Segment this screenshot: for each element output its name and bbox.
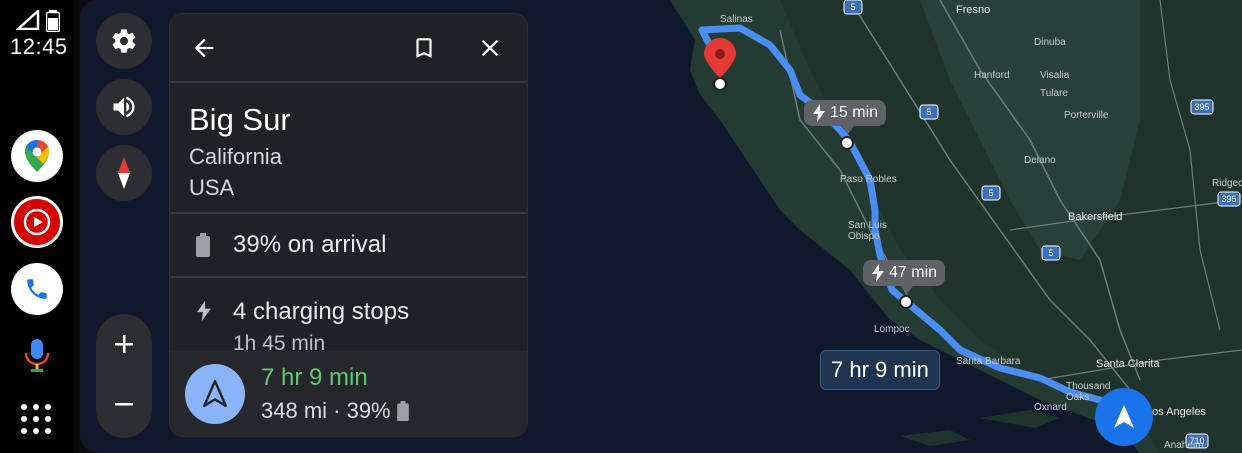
clock: 12:45 <box>10 34 68 59</box>
city-label: Bakersfield <box>1068 211 1123 223</box>
charging-stop-callout[interactable]: 47 min <box>863 260 946 294</box>
hwy-shield-label: 5 <box>1048 248 1053 258</box>
hwy-shield-label: 395 <box>1221 194 1236 204</box>
plus-icon <box>115 335 133 353</box>
city-label: Dinuba <box>1034 37 1066 48</box>
phone-icon <box>27 279 47 299</box>
destination-panel: Big Sur California USA 39% on arrival 4 … <box>169 13 528 437</box>
city-label: Los Angeles <box>1146 406 1206 418</box>
city-label: Lompoc <box>874 324 910 335</box>
divider <box>170 212 527 214</box>
hwy-shield-label: 5 <box>850 2 855 12</box>
back-arrow-icon[interactable] <box>190 34 218 62</box>
city-label: Visalia <box>1040 70 1070 81</box>
lightning-icon <box>872 264 884 282</box>
battery-icon <box>46 10 60 32</box>
microphone-icon <box>24 339 50 372</box>
city-label: Oxnard <box>1034 402 1067 413</box>
google-maps-icon <box>25 140 49 172</box>
city-label: Anaheim <box>1164 440 1204 451</box>
callout-time: 15 min <box>830 104 879 121</box>
start-route-button[interactable] <box>185 364 245 424</box>
hwy-shield-label: 5 <box>926 107 931 117</box>
sound-button[interactable] <box>96 79 152 135</box>
city-label: Santa Barbara <box>956 356 1021 367</box>
place-country: USA <box>189 175 235 200</box>
hwy-shield-label: 5 <box>988 188 993 198</box>
app-rail: 12:45 <box>0 0 74 453</box>
compass-icon <box>118 157 130 189</box>
youtube-music-icon <box>23 208 51 236</box>
phone-app-button[interactable] <box>11 263 63 315</box>
route-summary-footer[interactable]: 7 hr 9 min 348 mi · 39% <box>170 351 527 436</box>
eta-text: 7 hr 9 min <box>261 364 368 391</box>
city-label: Ridgecrest <box>1212 178 1242 189</box>
navigation-arrow-icon <box>203 380 227 408</box>
start-navigation-button[interactable] <box>1095 388 1153 446</box>
city-label: Porterville <box>1064 110 1109 121</box>
city-label: Hanford <box>974 70 1010 81</box>
city-label: San Luis Obispo <box>848 220 887 242</box>
divider <box>170 276 527 278</box>
zoom-in-button[interactable] <box>96 316 152 372</box>
lightning-icon <box>197 300 211 322</box>
gear-icon <box>112 29 136 53</box>
settings-button[interactable] <box>96 13 152 69</box>
minus-icon <box>115 403 133 406</box>
youtube-music-app-button[interactable] <box>11 196 63 248</box>
battery-icon <box>196 233 210 257</box>
bookmark-icon[interactable] <box>411 34 437 62</box>
hwy-shield-label: 395 <box>1194 102 1209 112</box>
volume-icon <box>113 96 135 118</box>
divider <box>170 81 527 83</box>
charging-stops: 4 charging stops <box>233 298 410 325</box>
maps-app-button[interactable] <box>11 130 63 182</box>
battery-on-arrival: 39% on arrival <box>233 231 387 258</box>
place-region: California <box>189 144 282 169</box>
city-label: Paso Robles <box>840 174 897 185</box>
city-label: Santa Clarita <box>1096 358 1160 370</box>
signal-icon <box>16 10 40 30</box>
zoom-out-button[interactable] <box>96 376 152 432</box>
place-title: Big Sur <box>189 102 291 137</box>
navigation-arrow-icon <box>1114 405 1134 428</box>
city-label: Salinas <box>720 14 753 25</box>
voice-assistant-button[interactable] <box>22 338 52 377</box>
city-label: Tulare <box>1040 88 1068 99</box>
route-duration-label[interactable]: 7 hr 9 min <box>820 350 940 390</box>
app-launcher-button[interactable] <box>20 403 52 435</box>
compass-button[interactable] <box>96 145 152 201</box>
close-icon[interactable] <box>476 34 504 62</box>
distance-battery-text: 348 mi · 39% <box>261 398 391 423</box>
zoom-control <box>96 314 152 438</box>
callout-time: 47 min <box>889 264 938 281</box>
lightning-icon <box>813 104 825 122</box>
charging-stop-callout[interactable]: 15 min <box>804 100 887 134</box>
distance-battery: 348 mi · 39% <box>261 398 409 424</box>
city-label: Fresno <box>956 4 991 16</box>
city-label: Delano <box>1024 155 1056 166</box>
battery-icon <box>396 401 409 421</box>
panel-header <box>170 14 527 82</box>
